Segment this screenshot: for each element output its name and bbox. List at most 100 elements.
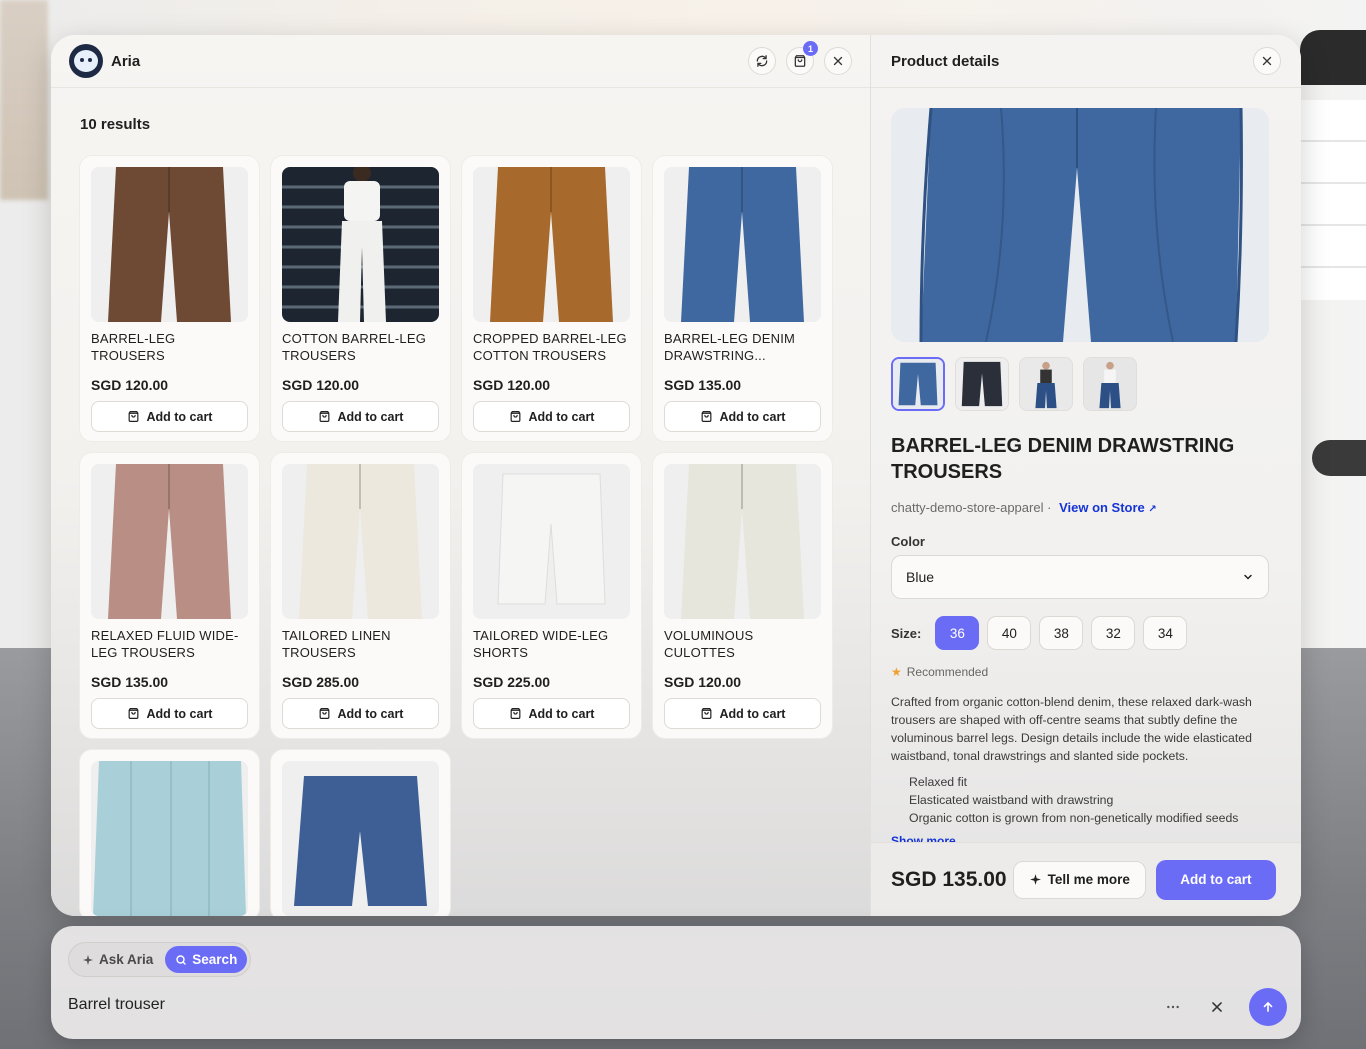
color-select[interactable]: Blue — [891, 555, 1269, 599]
product-card[interactable]: BARREL-LEG TROUSERS SGD 120.00 Add to cart — [80, 156, 259, 441]
add-to-cart-button[interactable]: Add to cart — [664, 698, 821, 729]
add-to-cart-button[interactable]: Add to cart — [91, 698, 248, 729]
product-price: SGD 120.00 — [473, 377, 551, 393]
results-pane: Aria 1 10 results BARREL-LEG TROUSERS SGD… — [51, 35, 870, 916]
assistant-header: Aria 1 — [51, 35, 870, 88]
star-icon: ★ — [891, 665, 902, 679]
add-to-cart-button[interactable]: Add to cart — [664, 401, 821, 432]
product-price: SGD 225.00 — [473, 674, 551, 690]
thumbnail-2[interactable] — [955, 357, 1009, 411]
cart-count-badge: 1 — [803, 41, 818, 56]
sparkle-icon — [83, 954, 93, 965]
view-on-store-link[interactable]: View on Store ↗ — [1059, 500, 1157, 515]
cart-button[interactable]: 1 — [786, 41, 818, 75]
chat-input-bar: Ask Aria Search — [51, 926, 1301, 1039]
product-image — [282, 464, 439, 619]
close-icon — [1212, 1002, 1222, 1012]
assistant-panel: Aria 1 10 results BARREL-LEG TROUSERS SGD… — [51, 35, 1301, 916]
product-thumbnail[interactable] — [282, 464, 439, 619]
product-image — [282, 761, 439, 916]
results-count: 10 results — [80, 116, 151, 133]
product-thumbnail[interactable] — [282, 167, 439, 322]
detail-price: SGD 135.00 — [891, 867, 1007, 891]
shopping-bag-icon — [128, 708, 138, 719]
product-name: TAILORED LINEN TROUSERS — [282, 628, 391, 660]
size-option-34[interactable]: 34 — [1143, 616, 1188, 650]
refresh-button[interactable] — [748, 47, 776, 75]
product-price: SGD 135.00 — [91, 674, 169, 690]
product-card[interactable]: TAILORED LINEN TROUSERS SGD 285.00 Add to … — [271, 453, 450, 738]
close-details-button[interactable] — [1253, 47, 1281, 75]
add-to-cart-button[interactable]: Add to cart — [473, 401, 630, 432]
chevron-down-icon — [1244, 574, 1252, 580]
product-name: COTTON BARREL-LEG TROUSERS — [282, 331, 427, 363]
size-option-32[interactable]: 32 — [1091, 616, 1136, 650]
add-to-cart-button[interactable]: Add to cart — [91, 401, 248, 432]
thumbnail-1[interactable] — [891, 357, 945, 411]
recommended-tag: ★ Recommended — [891, 665, 989, 679]
product-card[interactable]: BARREL-LEG DENIM DRAWSTRING... SGD 135.00… — [653, 156, 832, 441]
size-selector: Size: 36 40 38 32 34 — [891, 616, 1188, 650]
product-name: TAILORED WIDE-LEG SHORTS — [473, 628, 609, 660]
details-title: Product details — [891, 52, 1000, 70]
store-line: chatty-demo-store-apparel · View on Stor… — [891, 500, 1157, 515]
ask-aria-mode[interactable]: Ask Aria — [72, 946, 163, 973]
send-button[interactable] — [1249, 988, 1287, 1026]
product-card[interactable]: TAILORED WIDE-LEG SHORTS SGD 225.00 Add to… — [462, 453, 641, 738]
product-image — [473, 464, 630, 619]
clear-input-button[interactable] — [1205, 995, 1229, 1019]
product-image — [91, 761, 248, 916]
arrow-up-icon — [1263, 1001, 1273, 1012]
thumbnail-3[interactable] — [1019, 357, 1073, 411]
product-card[interactable]: CROPPED BARREL-LEG COTTON TROUSERS SGD 12… — [462, 156, 641, 441]
color-label: Color — [891, 534, 925, 549]
mode-switch: Ask Aria Search — [68, 942, 252, 977]
product-thumbnail[interactable] — [91, 167, 248, 322]
detail-add-to-cart-button[interactable]: Add to cart — [1155, 859, 1276, 900]
product-price: SGD 120.00 — [91, 377, 169, 393]
product-thumbnail[interactable] — [664, 167, 821, 322]
product-card[interactable]: RELAXED FLUID WIDE-LEG TROUSERS SGD 135.0… — [80, 453, 259, 738]
tell-me-more-button[interactable]: Tell me more — [1012, 860, 1146, 899]
product-image — [91, 167, 248, 322]
thumbnail-4[interactable] — [1083, 357, 1137, 411]
search-mode[interactable]: Search — [165, 946, 248, 973]
search-icon — [176, 954, 186, 965]
product-description: Crafted from organic cotton-blend denim,… — [891, 695, 1252, 763]
shopping-bag-icon — [510, 708, 520, 719]
product-thumbnail[interactable] — [282, 761, 439, 916]
store-separator: · — [1047, 500, 1052, 515]
shopping-bag-icon — [701, 411, 711, 422]
product-name: BARREL-LEG DENIM DRAWSTRING... — [664, 331, 796, 363]
product-card[interactable]: VOLUMINOUS CULOTTES SGD 120.00 Add to cart — [653, 453, 832, 738]
size-option-40[interactable]: 40 — [987, 616, 1032, 650]
sparkle-icon — [1029, 874, 1041, 885]
size-option-38[interactable]: 38 — [1039, 616, 1084, 650]
product-thumbnail[interactable] — [91, 464, 248, 619]
product-thumbnail[interactable] — [664, 464, 821, 619]
product-hero-image[interactable] — [891, 108, 1269, 342]
add-to-cart-button[interactable]: Add to cart — [282, 401, 439, 432]
denim-trousers-image — [891, 108, 1269, 342]
close-icon — [1262, 56, 1272, 66]
product-thumbnail[interactable] — [91, 761, 248, 916]
product-card[interactable] — [271, 750, 450, 916]
product-image — [664, 167, 821, 322]
add-to-cart-button[interactable]: Add to cart — [282, 698, 439, 729]
product-price: SGD 285.00 — [282, 674, 360, 690]
product-thumbnail[interactable] — [473, 167, 630, 322]
product-name: CROPPED BARREL-LEG COTTON TROUSERS — [473, 331, 627, 363]
add-to-cart-button[interactable]: Add to cart — [473, 698, 630, 729]
details-footer: SGD 135.00 Tell me more Add to cart — [871, 842, 1301, 916]
product-card[interactable] — [80, 750, 259, 916]
close-assistant-button[interactable] — [824, 47, 852, 75]
product-thumbnail[interactable] — [473, 464, 630, 619]
query-input[interactable] — [68, 996, 1148, 1014]
product-image — [91, 464, 248, 619]
size-option-36[interactable]: 36 — [935, 616, 980, 650]
more-options-button[interactable] — [1161, 995, 1185, 1019]
shopping-bag-icon — [510, 411, 520, 422]
show-more-link[interactable]: Show more — [891, 834, 956, 842]
product-card[interactable]: COTTON BARREL-LEG TROUSERS SGD 120.00 Add … — [271, 156, 450, 441]
product-price: SGD 120.00 — [282, 377, 360, 393]
